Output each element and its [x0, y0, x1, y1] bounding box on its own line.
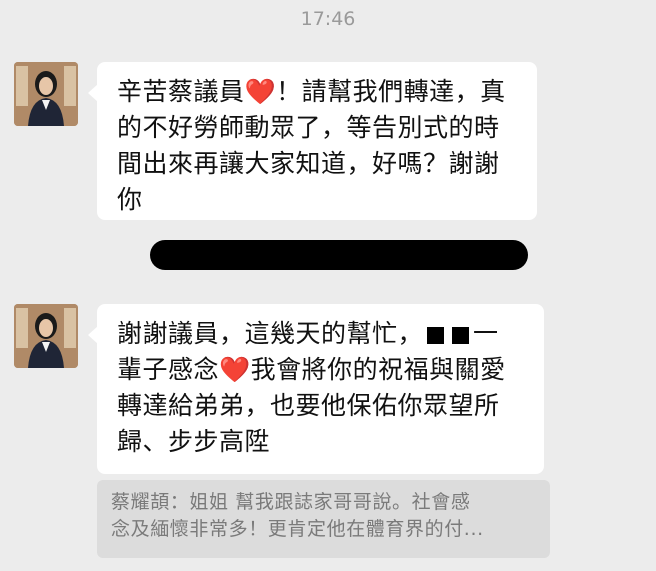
message-bubble: 辛苦蔡議員❤️！請幫我們轉達，真 的不好勞師動眾了，等告別式的時 間出來再讓大家…	[88, 62, 537, 220]
redaction-mark	[427, 326, 445, 344]
message-bubble: 謝謝議員，這幾天的幫忙，一 輩子感念❤️我會將你的祝福與關愛 轉達給弟弟，也要他…	[88, 304, 544, 474]
quoted-reply-line: 念及緬懷非常多！更肯定他在體育界的付...	[111, 518, 484, 540]
message-line: 間出來再讓大家知道，好嗎？謝謝	[117, 149, 500, 178]
redaction-bar	[150, 240, 528, 270]
avatar-photo	[14, 304, 78, 368]
heart-emoji-icon: ❤️	[244, 77, 277, 106]
sender-avatar[interactable]	[14, 304, 78, 368]
sender-avatar[interactable]	[14, 62, 78, 126]
redaction-mark	[452, 326, 470, 344]
heart-emoji-icon: ❤️	[219, 355, 251, 384]
message-line: 轉達給弟弟，也要他保佑你眾望所	[117, 391, 500, 420]
avatar-photo	[14, 62, 78, 126]
timestamp: 17:46	[300, 8, 356, 30]
message-line: 的不好勞師動眾了，等告別式的時	[117, 113, 500, 142]
quoted-reply[interactable]: 蔡耀頡：姐姐 幫我跟誌家哥哥說。社會感 念及緬懷非常多！更肯定他在體育界的付..…	[97, 480, 550, 558]
message-line: 你	[117, 185, 143, 214]
quoted-reply-line: 蔡耀頡：姐姐 幫我跟誌家哥哥說。社會感	[111, 491, 471, 513]
message-line: 謝謝議員，這幾天的幫忙，一	[117, 319, 499, 348]
message-line: 辛苦蔡議員❤️！請幫我們轉達，真	[117, 77, 506, 106]
message-line: 歸、步步高陞	[117, 427, 271, 456]
message-line: 輩子感念❤️我會將你的祝福與關愛	[117, 355, 506, 384]
